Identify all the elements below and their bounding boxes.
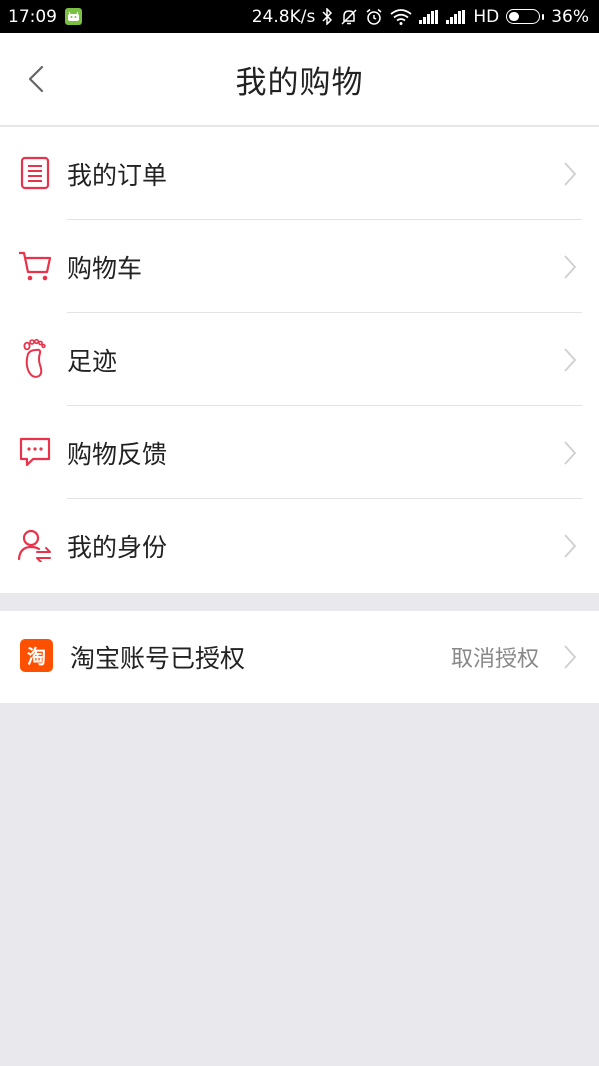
menu-item-my-orders[interactable]: 我的订单 bbox=[0, 127, 599, 220]
cart-icon bbox=[17, 248, 53, 284]
status-bar-left: 17:09 bbox=[8, 0, 82, 33]
menu-item-label: 我的身份 bbox=[67, 532, 168, 562]
signal-icon-1 bbox=[419, 9, 439, 24]
battery-percent: 36% bbox=[551, 6, 589, 27]
taobao-auth-label: 淘宝账号已授权 bbox=[70, 644, 246, 673]
menu-item-label: 足迹 bbox=[67, 346, 118, 376]
menu-item-cart[interactable]: 购物车 bbox=[0, 220, 599, 313]
chevron-right-icon bbox=[564, 534, 577, 558]
order-list-icon bbox=[17, 155, 53, 191]
network-type: HD bbox=[473, 6, 500, 27]
battery-icon bbox=[506, 9, 541, 24]
footprint-icon bbox=[17, 338, 53, 378]
chevron-right-icon bbox=[564, 441, 577, 465]
battery-fill bbox=[509, 12, 520, 21]
wifi-icon bbox=[390, 8, 412, 25]
menu-item-label: 购物反馈 bbox=[67, 439, 168, 469]
status-bar: 17:09 24.8K/s HD 36% bbox=[0, 0, 599, 33]
bluetooth-icon bbox=[322, 8, 333, 25]
menu-item-label: 购物车 bbox=[67, 253, 143, 283]
alarm-icon bbox=[365, 8, 383, 26]
chevron-right-icon bbox=[564, 162, 577, 186]
signal-icon-2 bbox=[446, 9, 466, 24]
screen: 17:09 24.8K/s HD 36% 我的购物 我的订单 购物车 足迹 购物… bbox=[0, 0, 599, 1066]
chevron-right-icon bbox=[564, 255, 577, 279]
cancel-authorization-button[interactable]: 取消授权 bbox=[451, 611, 539, 703]
page-title: 我的购物 bbox=[235, 65, 364, 101]
android-notification-icon bbox=[65, 8, 82, 25]
user-switch-icon bbox=[17, 527, 53, 563]
shopping-menu: 我的订单 购物车 足迹 购物反馈 我的身份 bbox=[0, 127, 599, 593]
net-speed: 24.8K/s bbox=[251, 6, 316, 27]
status-bar-right: 24.8K/s HD 36% bbox=[252, 0, 589, 33]
taobao-auth-row[interactable]: 淘 淘宝账号已授权 取消授权 bbox=[0, 611, 599, 703]
menu-item-label: 我的订单 bbox=[67, 160, 168, 190]
mute-icon bbox=[340, 8, 358, 26]
menu-item-feedback[interactable]: 购物反馈 bbox=[0, 406, 599, 499]
taobao-logo: 淘 bbox=[20, 639, 53, 672]
menu-item-identity[interactable]: 我的身份 bbox=[0, 499, 599, 592]
chevron-right-icon bbox=[564, 348, 577, 372]
menu-item-footprint[interactable]: 足迹 bbox=[0, 313, 599, 406]
status-time: 17:09 bbox=[8, 6, 57, 27]
chat-bubble-icon bbox=[17, 434, 53, 470]
nav-bar: 我的购物 bbox=[0, 33, 599, 126]
battery-tip bbox=[542, 13, 545, 20]
chevron-right-icon bbox=[564, 645, 577, 669]
